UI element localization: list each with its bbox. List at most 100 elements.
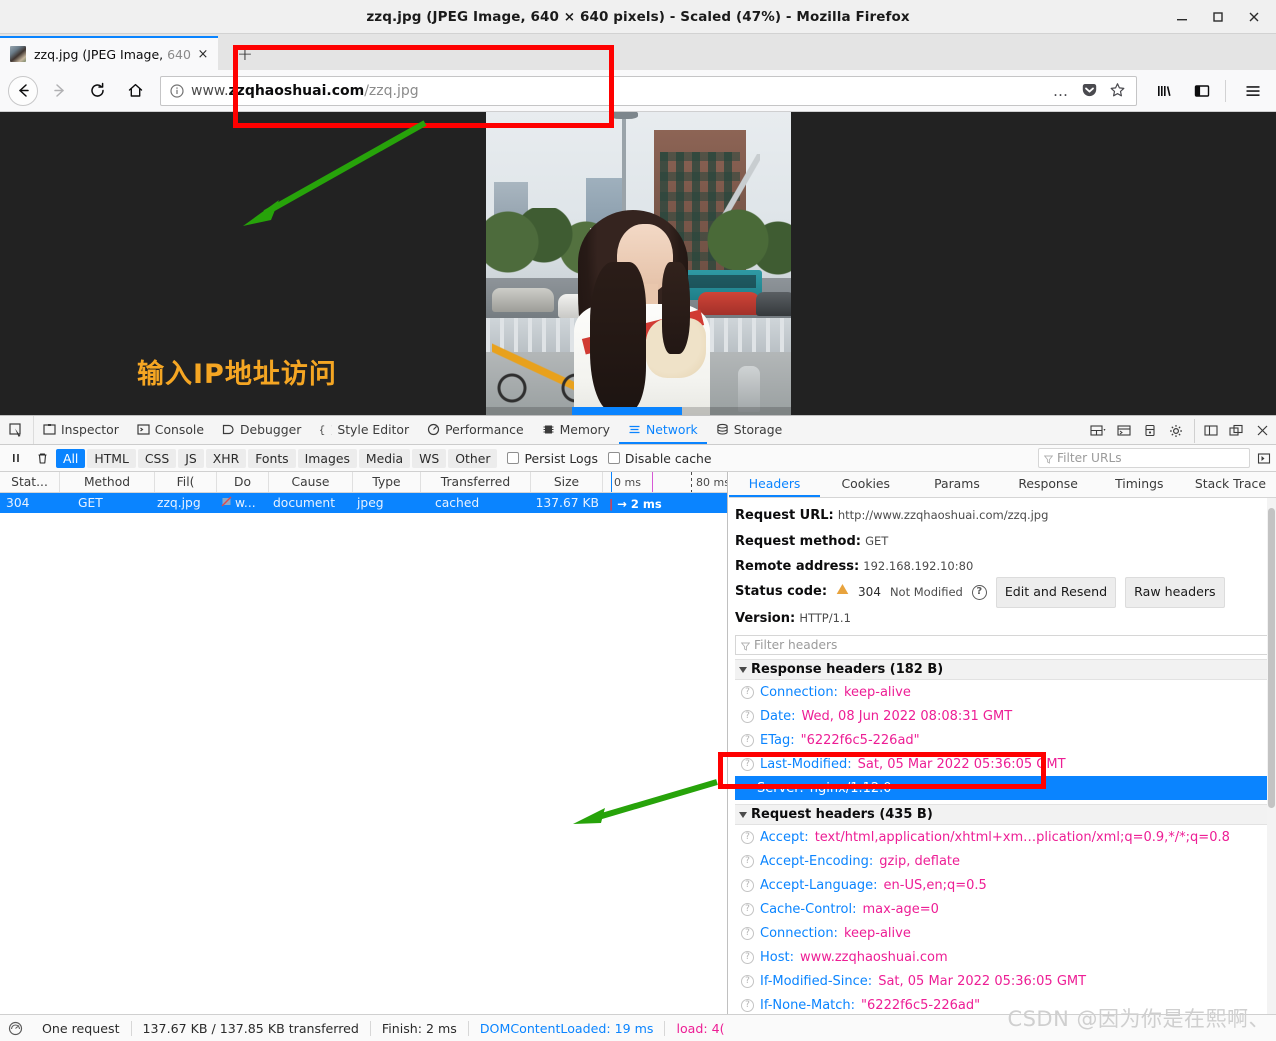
disable-cache-checkbox[interactable]: Disable cache bbox=[607, 451, 712, 466]
header-row-host[interactable]: ? Host: www.zzqhaoshuai.com bbox=[735, 945, 1276, 969]
details-scrollbar[interactable] bbox=[1267, 498, 1276, 1041]
devtools-tab-style-editor[interactable]: { } Style Editor bbox=[310, 416, 418, 444]
filter-pill-other[interactable]: Other bbox=[448, 448, 498, 468]
help-icon[interactable]: ? bbox=[741, 709, 754, 723]
column-header-waterfall[interactable]: 0 ms 80 ms bbox=[603, 472, 727, 492]
page-actions-icon[interactable]: … bbox=[1048, 78, 1074, 104]
network-throttling-icon[interactable] bbox=[8, 1021, 31, 1036]
details-tab-params[interactable]: Params bbox=[911, 472, 1002, 497]
reload-button[interactable] bbox=[80, 74, 114, 108]
devtools-tab-memory[interactable]: Memory bbox=[533, 416, 619, 444]
browser-tab-zzq[interactable]: zzq.jpg (JPEG Image, 640 × bbox=[0, 36, 218, 70]
status-help-icon[interactable]: ? bbox=[971, 585, 987, 600]
devtools-tab-debugger[interactable]: Debugger bbox=[213, 416, 310, 444]
column-header-size[interactable]: Size bbox=[531, 472, 603, 492]
filter-headers-input[interactable]: Filter headers bbox=[735, 635, 1270, 655]
close-devtools-icon[interactable] bbox=[1250, 419, 1274, 443]
bookmark-star-icon[interactable] bbox=[1104, 78, 1130, 104]
minimize-button[interactable] bbox=[1164, 0, 1200, 34]
header-row-server[interactable]: Server: nginx/1.12.0 bbox=[735, 776, 1276, 800]
help-icon[interactable]: ? bbox=[741, 902, 754, 916]
header-row-date[interactable]: ? Date: Wed, 08 Jun 2022 08:08:31 GMT bbox=[735, 704, 1276, 728]
help-icon[interactable]: ? bbox=[741, 974, 754, 988]
image-horizontal-scrollbar[interactable] bbox=[486, 407, 791, 415]
help-icon[interactable]: ? bbox=[741, 926, 754, 940]
details-tab-cookies[interactable]: Cookies bbox=[820, 472, 911, 497]
header-row-cache-control[interactable]: ? Cache-Control: max-age=0 bbox=[735, 897, 1276, 921]
devtools-tab-inspector[interactable]: Inspector bbox=[34, 416, 128, 444]
column-header-type[interactable]: Type bbox=[353, 472, 421, 492]
settings-gear-icon[interactable] bbox=[1164, 419, 1188, 443]
toggle-details-pane-icon[interactable] bbox=[1254, 449, 1273, 468]
checkbox-box[interactable] bbox=[507, 452, 520, 464]
pocket-icon[interactable] bbox=[1076, 78, 1102, 104]
filter-pill-fonts[interactable]: Fonts bbox=[248, 448, 296, 468]
sidebar-icon[interactable] bbox=[1185, 74, 1219, 108]
column-header-file[interactable]: Fil( bbox=[155, 472, 217, 492]
column-header-status[interactable]: Stat... bbox=[0, 472, 60, 492]
pause-icon[interactable] bbox=[4, 447, 28, 469]
raw-headers-button[interactable]: Raw headers bbox=[1125, 577, 1225, 608]
help-icon[interactable]: ? bbox=[741, 733, 754, 747]
library-icon[interactable] bbox=[1147, 74, 1181, 108]
filter-pill-ws[interactable]: WS bbox=[412, 448, 447, 468]
header-row-accept[interactable]: ? Accept: text/html,application/xhtml+xm… bbox=[735, 825, 1276, 849]
filter-pill-html[interactable]: HTML bbox=[87, 448, 136, 468]
forward-button[interactable] bbox=[42, 74, 76, 108]
home-button[interactable] bbox=[118, 74, 152, 108]
details-tab-stack-trace[interactable]: Stack Trace bbox=[1185, 472, 1276, 497]
checkbox-box[interactable] bbox=[607, 452, 620, 464]
url-text[interactable]: www.zzqhaoshuai.com/zzq.jpg bbox=[191, 83, 1048, 99]
tab-close-icon[interactable]: × bbox=[194, 45, 212, 63]
hamburger-menu-icon[interactable] bbox=[1236, 74, 1270, 108]
viewed-image-zzq-jpg[interactable] bbox=[486, 112, 791, 415]
help-icon[interactable]: ? bbox=[741, 830, 754, 844]
edit-and-resend-button[interactable]: Edit and Resend bbox=[995, 577, 1117, 608]
close-button[interactable] bbox=[1236, 0, 1272, 34]
column-header-transferred[interactable]: Transferred bbox=[421, 472, 531, 492]
help-icon[interactable]: ? bbox=[741, 950, 754, 964]
details-tab-headers[interactable]: Headers bbox=[729, 472, 821, 497]
help-icon[interactable]: ? bbox=[741, 685, 754, 699]
scrollbar-thumb[interactable] bbox=[1268, 508, 1275, 808]
persist-logs-checkbox[interactable]: Persist Logs bbox=[507, 451, 598, 466]
header-row-last-modified[interactable]: ? Last-Modified: Sat, 05 Mar 2022 05:36:… bbox=[735, 752, 1276, 776]
details-tab-timings[interactable]: Timings bbox=[1094, 472, 1185, 497]
header-row-connection-req[interactable]: ? Connection: keep-alive bbox=[735, 921, 1276, 945]
dock-bottom-icon[interactable] bbox=[1194, 418, 1222, 443]
header-row-if-modified-since[interactable]: ? If-Modified-Since: Sat, 05 Mar 2022 05… bbox=[735, 969, 1276, 993]
devtools-tab-network[interactable]: Network bbox=[619, 416, 707, 444]
header-row-accept-language[interactable]: ? Accept-Language: en-US,en;q=0.5 bbox=[735, 873, 1276, 897]
filter-pill-all[interactable]: All bbox=[56, 448, 86, 468]
column-header-method[interactable]: Method bbox=[60, 472, 155, 492]
devtools-tab-performance[interactable]: Performance bbox=[418, 416, 533, 444]
header-row-etag[interactable]: ? ETag: "6222f6c5-226ad" bbox=[735, 728, 1276, 752]
table-row[interactable]: 304 GET zzq.jpg w... document jpeg cache… bbox=[0, 493, 727, 513]
device-toolbar-icon[interactable] bbox=[1138, 419, 1162, 443]
header-row-connection[interactable]: ? Connection: keep-alive bbox=[735, 680, 1276, 704]
filter-pill-xhr[interactable]: XHR bbox=[205, 448, 247, 468]
devtools-tab-console[interactable]: Console bbox=[128, 416, 213, 444]
filter-pill-images[interactable]: Images bbox=[297, 448, 357, 468]
filter-pill-css[interactable]: CSS bbox=[137, 448, 177, 468]
element-picker-icon[interactable] bbox=[0, 416, 34, 444]
help-icon[interactable]: ? bbox=[741, 878, 754, 892]
address-bar[interactable]: www.zzqhaoshuai.com/zzq.jpg … bbox=[160, 75, 1137, 106]
header-row-accept-encoding[interactable]: ? Accept-Encoding: gzip, deflate bbox=[735, 849, 1276, 873]
help-icon[interactable]: ? bbox=[741, 998, 754, 1012]
back-button[interactable] bbox=[8, 75, 38, 106]
section-response-headers[interactable]: Response headers (182 B) bbox=[735, 659, 1276, 680]
column-header-domain[interactable]: Do bbox=[217, 472, 269, 492]
column-header-cause[interactable]: Cause bbox=[269, 472, 353, 492]
help-icon[interactable]: ? bbox=[741, 757, 754, 771]
filter-pill-media[interactable]: Media bbox=[358, 448, 411, 468]
devtools-tab-storage[interactable]: Storage bbox=[707, 416, 791, 444]
separate-window-icon[interactable] bbox=[1224, 419, 1248, 443]
split-console-icon[interactable] bbox=[1112, 419, 1136, 443]
filter-urls-input[interactable]: Filter URLs bbox=[1038, 448, 1250, 468]
details-tab-response[interactable]: Response bbox=[1003, 472, 1094, 497]
new-tab-button[interactable]: + bbox=[232, 42, 258, 66]
scrollbar-thumb[interactable] bbox=[572, 407, 682, 415]
maximize-button[interactable] bbox=[1200, 0, 1236, 34]
filter-pill-js[interactable]: JS bbox=[178, 448, 204, 468]
